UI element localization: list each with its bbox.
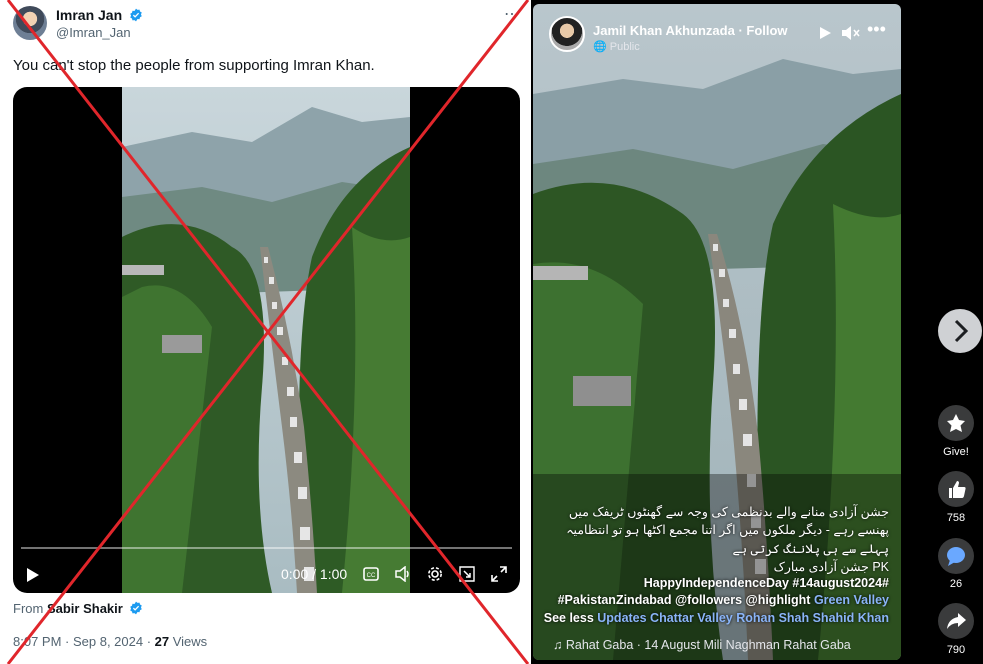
comment-bubble-icon xyxy=(947,547,965,566)
play-icon[interactable] xyxy=(26,567,40,583)
tweet-text: You can't stop the people from supportin… xyxy=(13,57,375,74)
author-handle[interactable]: @Imran_Jan xyxy=(56,25,131,40)
captions-icon[interactable]: CC xyxy=(363,567,379,581)
share-arrow-icon xyxy=(947,613,966,629)
play-icon[interactable] xyxy=(819,26,832,40)
video-frame xyxy=(122,87,410,593)
pip-icon[interactable] xyxy=(459,566,475,582)
next-reel-button[interactable] xyxy=(938,309,982,353)
music-note-icon: ♫ xyxy=(553,638,566,652)
caption-line-3: پہلے سے ہی پلاننگ کرتی ہے xyxy=(732,542,889,556)
author-name[interactable]: Imran Jan xyxy=(56,7,122,23)
hashtags-line-1[interactable]: HappyIndependenceDay #14august2024# xyxy=(543,576,889,590)
video-progress-bar[interactable] xyxy=(21,547,512,549)
see-less-link[interactable]: See less xyxy=(544,611,598,625)
post-meta: 8:07 PM · Sep 8, 2024 · 27 Views xyxy=(13,634,208,649)
like-button[interactable] xyxy=(938,471,974,507)
thumbs-up-icon xyxy=(949,481,966,498)
source-author-link[interactable]: Sabir Shakir xyxy=(47,601,123,616)
audio-track[interactable]: ♫ Rahat Gaba · 14 August Mili Naghman Ra… xyxy=(553,638,851,652)
settings-gear-icon[interactable] xyxy=(427,566,443,582)
comment-count: 26 xyxy=(949,578,963,590)
like-count: 758 xyxy=(946,512,966,524)
reel-video[interactable]: Jamil Khan Akhunzada · Follow 🌐 Public •… xyxy=(533,4,901,660)
audience-label: Public xyxy=(609,41,640,53)
comment-button[interactable] xyxy=(938,538,974,574)
share-count: 790 xyxy=(946,644,966,656)
verified-badge-icon xyxy=(130,8,142,22)
give-label: Give! xyxy=(943,446,969,458)
caption-line-2: پھنسے رہے - دیگر ملکوں میں اگر اتنا مجمع… xyxy=(566,523,889,537)
video-source: From Sabir Shakir xyxy=(13,601,143,616)
x-post: Imran Jan @Imran_Jan ⋯ You can't stop th… xyxy=(0,0,531,664)
svg-text:CC: CC xyxy=(367,573,376,579)
caption-line-1: جشن آزادی منانے والے بدنظمی کی وجہ سے گھ… xyxy=(568,505,889,519)
video-time: 0:00 / 1:00 xyxy=(281,566,348,582)
author-avatar[interactable] xyxy=(13,6,47,40)
fullscreen-icon[interactable] xyxy=(491,566,507,582)
globe-icon: 🌐 xyxy=(593,41,607,53)
page-avatar[interactable] xyxy=(549,16,585,52)
verified-badge-icon xyxy=(130,601,143,615)
give-button[interactable] xyxy=(938,405,974,441)
share-button[interactable] xyxy=(938,603,974,639)
more-options-icon[interactable]: ••• xyxy=(867,19,886,40)
caption-line-4: جشن آزادی مبارک PK xyxy=(773,560,889,574)
gift-icon xyxy=(947,414,965,432)
page-links[interactable]: Updates Chattar Valley Rohan Shah Shahid… xyxy=(597,611,889,625)
more-options-icon[interactable]: ⋯ xyxy=(504,4,521,24)
volume-icon[interactable] xyxy=(394,566,412,582)
views-count: 27 xyxy=(154,634,170,649)
caption-footer: See less Updates Chattar Valley Rohan Sh… xyxy=(543,611,889,625)
video-player[interactable]: 0:00 / 1:00 CC xyxy=(13,87,520,593)
hashtags-line-2: #PakistanZindabad @followers @highlight … xyxy=(557,593,889,607)
chevron-right-icon xyxy=(954,319,969,343)
post-timestamp[interactable]: 8:07 PM · Sep 8, 2024 · xyxy=(13,634,155,649)
page-name-follow[interactable]: Jamil Khan Akhunzada · Follow xyxy=(593,23,788,38)
green-valley-link[interactable]: Green Valley xyxy=(814,593,889,607)
mute-icon[interactable] xyxy=(840,24,860,42)
facebook-reel: Jamil Khan Akhunzada · Follow 🌐 Public •… xyxy=(531,0,983,664)
